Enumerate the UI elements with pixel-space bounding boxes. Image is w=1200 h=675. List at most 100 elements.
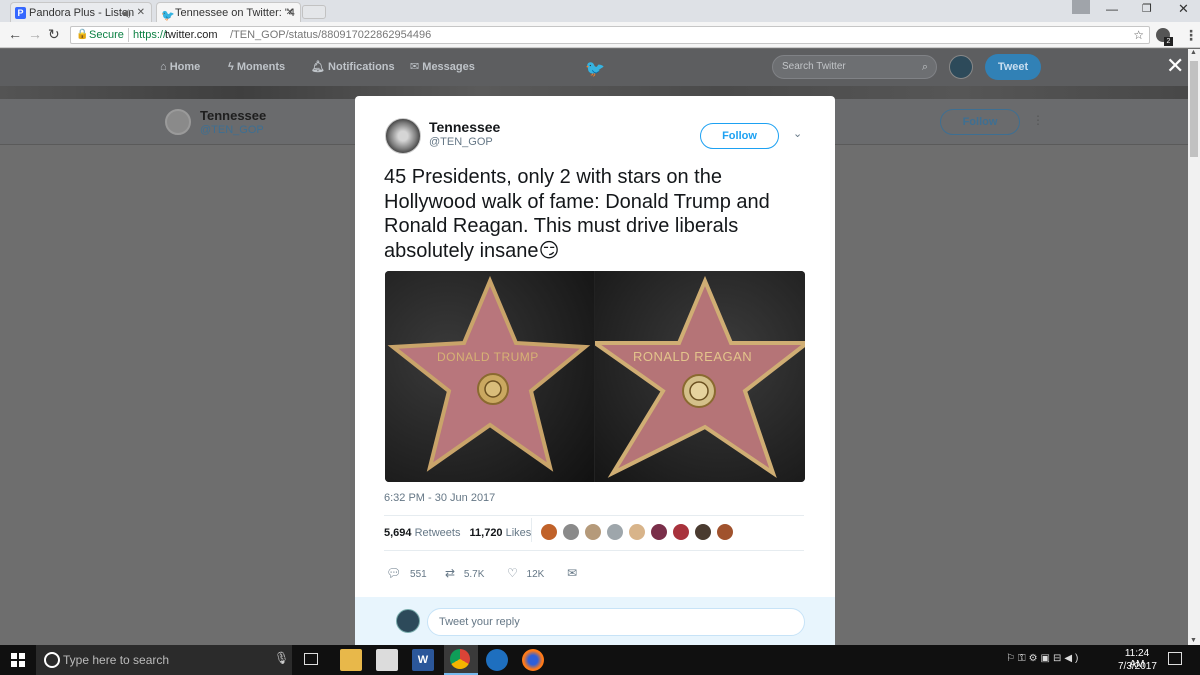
close-tab-icon[interactable]: ✕ — [286, 3, 294, 22]
twitter-bird-icon: 🐦 — [161, 10, 175, 22]
taskbar-search-placeholder: Type here to search — [63, 653, 170, 667]
tab-label: Pandora Plus - Listen — [29, 7, 135, 19]
extension-badge: 2 — [1164, 37, 1173, 46]
search-icon: ⌕ — [921, 61, 928, 73]
user-avatar[interactable] — [949, 55, 973, 79]
calculator-icon[interactable] — [376, 649, 398, 671]
retweets-label[interactable]: Retweets — [415, 527, 461, 539]
bookmark-star-icon[interactable]: ☆ — [1133, 27, 1144, 43]
nav-home-label: Home — [169, 61, 201, 73]
retweets-count[interactable]: 5,694 — [384, 527, 412, 539]
url-path: /TEN_GOP/status/880917022862954496 — [230, 29, 432, 41]
chrome-taskbar-item[interactable] — [444, 645, 478, 675]
star-icon — [387, 275, 591, 472]
reply-input[interactable]: Tweet your reply — [427, 608, 805, 636]
envelope-icon: ✉ — [567, 566, 578, 580]
browser-tab-bar: P Pandora Plus - Listen ◀) ✕ 🐦 Tennessee… — [0, 0, 1200, 22]
user-avatar[interactable] — [396, 609, 420, 633]
direct-message-action[interactable]: ✉ — [567, 566, 577, 582]
follow-button[interactable]: Follow — [700, 123, 779, 149]
nav-notifications[interactable]: 🔔︎ Notifications — [311, 49, 395, 86]
pen-app-icon[interactable] — [486, 649, 508, 671]
clock-date[interactable]: 7/3/2017 — [1118, 661, 1157, 672]
likes-count[interactable]: 11,720 — [470, 527, 503, 539]
word-icon[interactable]: W — [412, 649, 434, 671]
retweet-action[interactable]: ⇄ 5.7K — [445, 566, 484, 582]
forward-icon[interactable]: → — [28, 26, 42, 42]
author-name[interactable]: Tennessee — [429, 119, 500, 135]
author-handle[interactable]: @TEN_GOP — [429, 136, 493, 148]
trump-star-photo[interactable]: DONALD TRUMP — [385, 271, 594, 482]
reply-icon: 💬︎ — [386, 566, 402, 580]
heart-icon: ♡ — [507, 566, 518, 580]
back-icon[interactable]: ← — [8, 26, 22, 42]
scroll-up-icon[interactable]: ▲ — [1190, 49, 1197, 56]
restore-icon[interactable]: ❐ — [1142, 2, 1152, 15]
reply-action[interactable]: 💬︎ 551 — [386, 566, 427, 582]
nav-home[interactable]: ⌂ Home — [160, 49, 200, 86]
profile-follow-button[interactable]: Follow — [940, 109, 1020, 135]
more-options-icon[interactable]: ⋮ — [1032, 113, 1044, 127]
tweet-text-line: absolutely insane — [384, 239, 539, 262]
profile-avatar[interactable] — [165, 109, 191, 135]
speaker-icon[interactable]: ◀) — [121, 3, 131, 22]
page-scrollbar[interactable]: ▲ ▼ — [1188, 49, 1200, 645]
close-window-icon[interactable]: ✕ — [1178, 1, 1189, 17]
file-explorer-icon[interactable] — [340, 649, 362, 671]
tweet-modal: Tennessee @TEN_GOP Follow ⌄ 45 President… — [355, 96, 835, 646]
pandora-icon: P — [15, 7, 26, 19]
nav-moments[interactable]: ϟ Moments — [228, 49, 285, 86]
liker-avatar[interactable] — [540, 523, 558, 541]
close-modal-icon[interactable]: ✕ — [1166, 55, 1184, 77]
liker-avatar[interactable] — [694, 523, 712, 541]
like-action[interactable]: ♡ 12K — [507, 566, 544, 582]
tweet-text: 45 Presidents, only 2 with stars on the … — [384, 165, 814, 263]
profile-name[interactable]: Tennessee — [200, 108, 266, 123]
tweet-timestamp[interactable]: 6:32 PM - 30 Jun 2017 — [384, 492, 495, 504]
chevron-down-icon[interactable]: ⌄ — [793, 127, 802, 140]
secure-label: Secure — [89, 29, 124, 41]
close-tab-icon[interactable]: ✕ — [137, 3, 145, 22]
smirk-emoji-icon: 😏 — [538, 239, 560, 262]
lock-icon: 🔒 — [76, 29, 89, 40]
tweet-media[interactable]: DONALD TRUMP RONALD REAGAN — [385, 271, 805, 482]
tab-twitter[interactable]: 🐦 Tennessee on Twitter: "4 ✕ — [156, 2, 301, 22]
liker-avatar[interactable] — [650, 523, 668, 541]
like-count: 12K — [526, 569, 545, 580]
likes-label[interactable]: Likes — [506, 527, 532, 539]
liker-avatar[interactable] — [584, 523, 602, 541]
liker-avatar[interactable] — [606, 523, 624, 541]
action-center-icon[interactable] — [1168, 652, 1182, 665]
liker-avatar[interactable] — [672, 523, 690, 541]
task-view-icon[interactable] — [304, 653, 318, 665]
nav-messages[interactable]: ✉ Messages — [410, 49, 475, 86]
menu-kebab-icon[interactable]: ⋮ — [1184, 27, 1198, 44]
tweet-stats: 5,694 Retweets 11,720 Likes — [384, 526, 531, 540]
profile-icon[interactable] — [1072, 0, 1090, 14]
twitter-logo-icon[interactable]: 🐦 — [585, 59, 605, 79]
windows-start-icon[interactable] — [11, 653, 25, 667]
liker-avatar[interactable] — [562, 523, 580, 541]
star-name-label: RONALD REAGAN — [633, 349, 753, 364]
new-tab-button[interactable] — [302, 5, 326, 19]
star-name-label: DONALD TRUMP — [437, 350, 539, 364]
minimize-icon[interactable]: — — [1106, 2, 1118, 16]
author-avatar[interactable] — [385, 118, 421, 154]
microphone-icon[interactable]: 🎙︎ — [274, 651, 289, 665]
scrollbar-thumb[interactable] — [1190, 61, 1198, 157]
reagan-star-photo[interactable]: RONALD REAGAN — [588, 271, 805, 482]
firefox-icon[interactable] — [522, 649, 544, 671]
liker-avatar[interactable] — [716, 523, 734, 541]
nav-messages-label: Messages — [422, 61, 475, 73]
tweet-compose-button[interactable]: Tweet — [985, 54, 1041, 80]
system-tray-icons[interactable]: ⚐⚿⚙▣⊟◀) — [1006, 653, 1116, 667]
twitter-search-input[interactable]: Search Twitter ⌕ — [772, 55, 937, 79]
profile-handle[interactable]: @TEN_GOP — [200, 124, 264, 136]
reload-icon[interactable]: ↻ — [48, 26, 60, 43]
tab-pandora[interactable]: P Pandora Plus - Listen ◀) ✕ — [10, 2, 152, 22]
scroll-down-icon[interactable]: ▼ — [1190, 637, 1197, 644]
nav-notifications-label: Notifications — [328, 61, 395, 73]
liker-avatar[interactable] — [628, 523, 646, 541]
taskbar-search-box[interactable]: Type here to search 🎙︎ — [36, 645, 292, 675]
url-bar[interactable]: 🔒 Secure https:// twitter.com /TEN_GOP/s… — [70, 26, 1150, 44]
